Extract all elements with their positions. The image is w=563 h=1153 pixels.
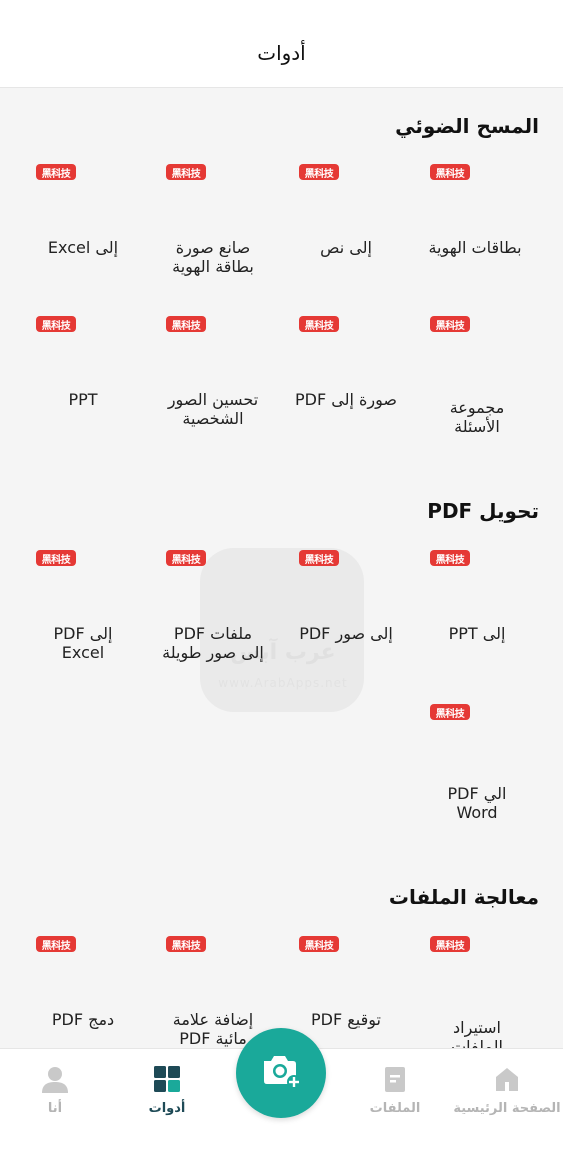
badge: 黑科技 [430,936,470,952]
section-title-file-processing: معالجة الملفات [388,885,539,909]
badge: 黑科技 [166,550,206,566]
badge: 黑科技 [430,704,470,720]
top-bar: أدوات [0,0,563,88]
badge: 黑科技 [299,164,339,180]
tool-label: تحسين الصور الشخصية [167,390,259,428]
tool-label: إلى Excel [47,238,119,257]
tool-image-to-pdf[interactable]: 黑科技 صورة إلى PDF [295,316,429,456]
badge: 黑科技 [299,550,339,566]
grid-icon [151,1063,183,1095]
tool-to-text[interactable]: 黑科技 إلى نص [299,164,429,304]
tool-ppt[interactable]: 黑科技 PPT [36,316,166,456]
tool-label: صورة إلى PDF [295,390,397,409]
tool-pdf-merge[interactable]: 黑科技 دمج PDF [36,936,166,1048]
file-icon [379,1063,411,1095]
tool-label: دمج PDF [51,1010,115,1029]
tool-label: إلى PPT [448,624,506,643]
badge: 黑科技 [36,550,76,566]
badge: 黑科技 [166,316,206,332]
tool-label: PPT [68,390,98,409]
badge: 黑科技 [299,316,339,332]
tool-label: إلى PDF Excel [53,624,113,662]
tools-content[interactable]: عرب آبس www.ArabApps.net المسح الضوئي 黑科… [0,88,563,1048]
tool-label: توقيع PDF [311,1010,381,1029]
nav-files[interactable]: الملفات [340,1063,450,1116]
nav-me-label: أنا [47,1101,63,1116]
tool-label: مجموعة الأسئلة [449,398,505,436]
tool-to-pdf-images[interactable]: 黑科技 إلى صور PDF [299,550,429,690]
tool-question-set[interactable]: 黑科技 مجموعة الأسئلة [430,316,560,456]
tool-import-files[interactable]: 黑科技 استيراد الملفات [430,936,560,1048]
badge: 黑科技 [36,936,76,952]
nav-me[interactable]: أنا [0,1063,110,1116]
tool-id-photo-maker[interactable]: 黑科技 صانع صورة بطاقة الهوية [166,164,296,304]
tool-label: صانع صورة بطاقة الهوية [172,238,254,276]
section-title-scan: المسح الضوئي [395,114,539,138]
tool-label: الي PDF Word [447,784,507,822]
badge: 黑科技 [299,936,339,952]
tool-portrait-enhance[interactable]: 黑科技 تحسين الصور الشخصية [166,316,296,456]
tool-pdf-to-excel[interactable]: 黑科技 إلى PDF Excel [36,550,166,690]
tool-to-ppt[interactable]: 黑科技 إلى PPT [430,550,560,690]
badge: 黑科技 [166,936,206,952]
nav-files-label: الملفات [369,1101,421,1116]
tool-label: إلى صور PDF [299,624,393,643]
page-title: أدوات [257,40,306,65]
tool-label: استيراد الملفات [451,1018,503,1048]
tool-pdf-sign[interactable]: 黑科技 توقيع PDF [299,936,429,1048]
tool-to-excel[interactable]: 黑科技 إلى Excel [36,164,166,304]
badge: 黑科技 [430,164,470,180]
camera-scan-button[interactable] [236,1028,326,1118]
nav-home[interactable]: الصفحة الرئيسية [452,1063,562,1116]
tool-label: ملفات PDF إلى صور طويلة [162,624,264,662]
badge: 黑科技 [430,316,470,332]
tool-pdf-to-word[interactable]: 黑科技 الي PDF Word [430,704,560,844]
tool-label: إلى نص [320,238,372,257]
nav-tools[interactable]: أدوات [112,1063,222,1116]
nav-home-label: الصفحة الرئيسية [453,1101,561,1116]
user-icon [39,1063,71,1095]
camera-plus-icon [259,1051,303,1095]
badge: 黑科技 [36,164,76,180]
section-title-pdf-convert: تحويل PDF [427,499,539,523]
nav-tools-label: أدوات [148,1101,186,1116]
badge: 黑科技 [430,550,470,566]
badge: 黑科技 [36,316,76,332]
tool-pdf-to-long-image[interactable]: 黑科技 ملفات PDF إلى صور طويلة [162,550,296,690]
tool-id-cards[interactable]: 黑科技 بطاقات الهوية [428,164,560,304]
tool-label: بطاقات الهوية [428,238,522,257]
home-icon [491,1063,523,1095]
badge: 黑科技 [166,164,206,180]
